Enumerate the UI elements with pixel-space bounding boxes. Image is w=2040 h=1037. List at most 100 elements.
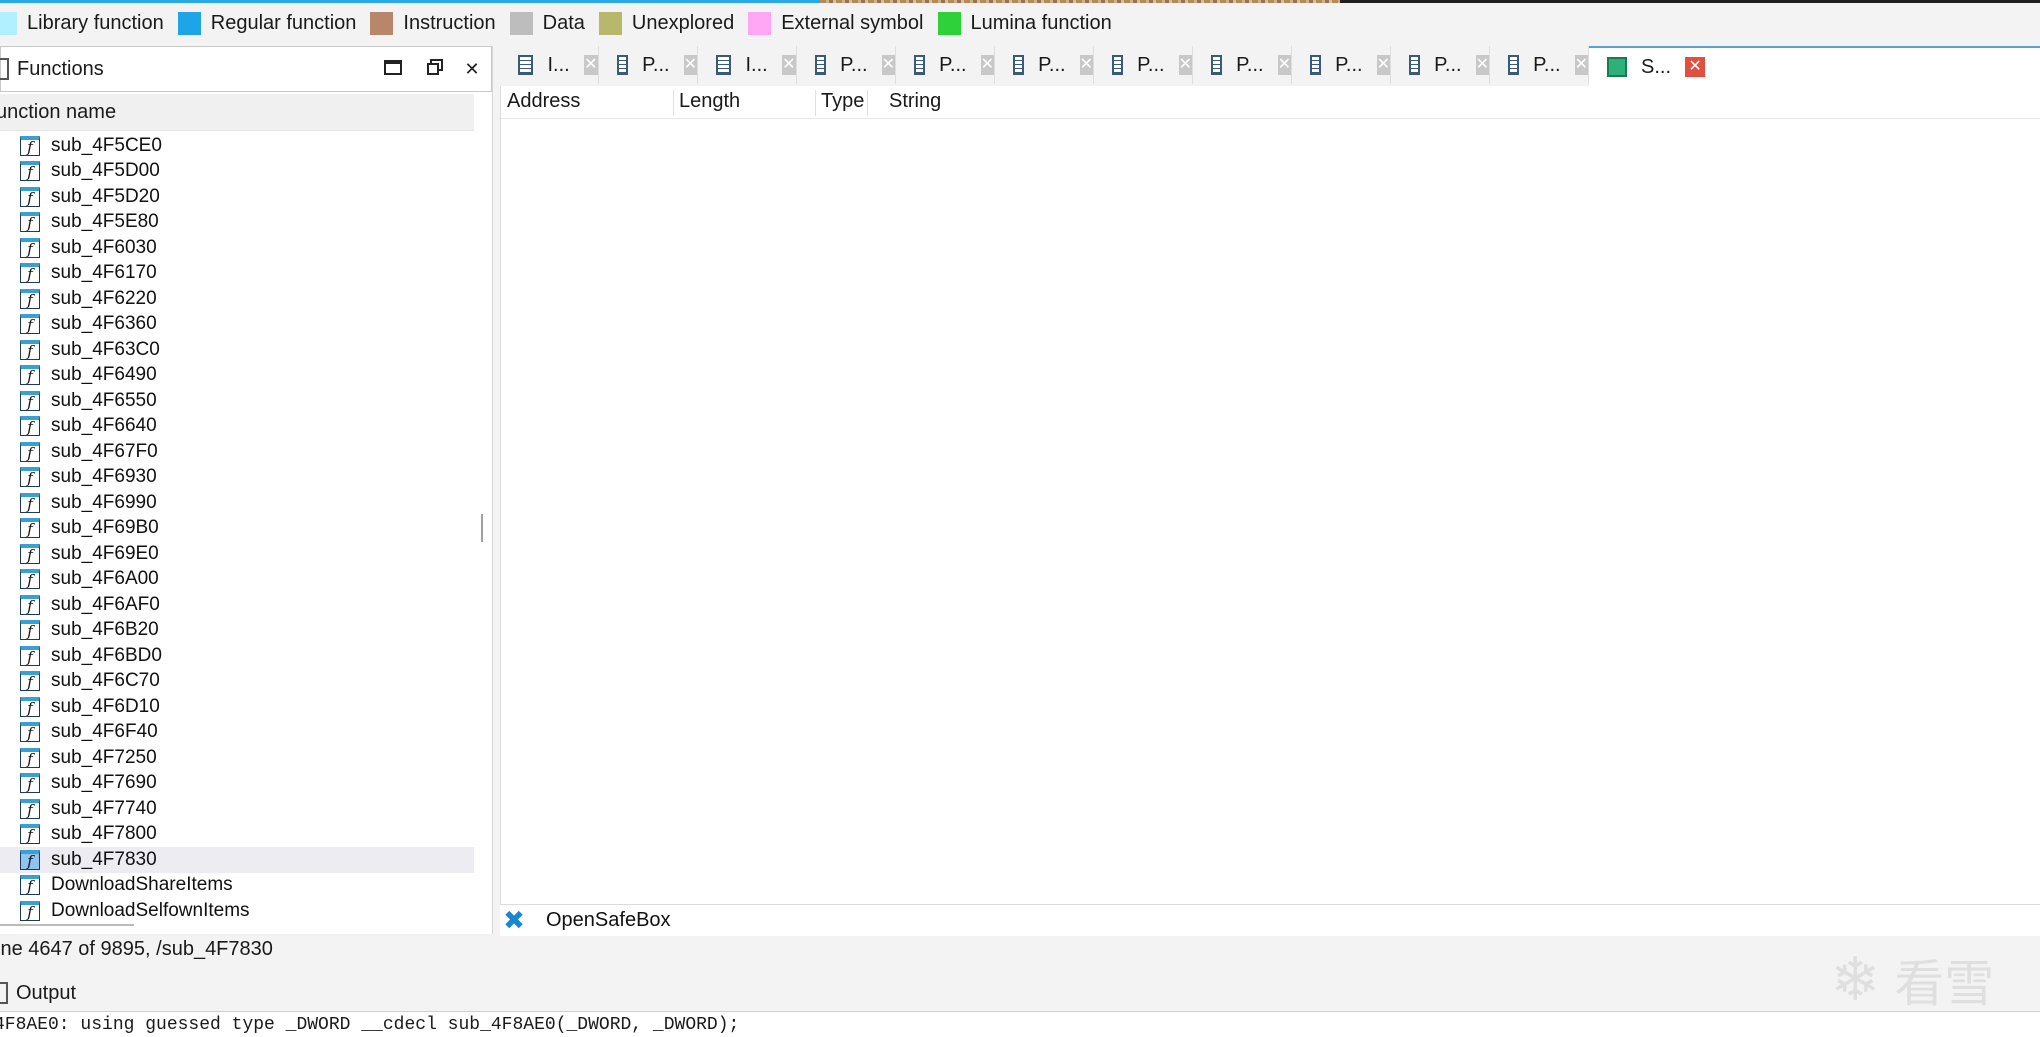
function-name: DownloadShareItems xyxy=(51,874,233,896)
color-legend: Library function Regular function Instruct… xyxy=(0,5,1126,41)
function-list-item[interactable]: f sub_4F69E0 xyxy=(0,541,474,567)
tab-close-icon[interactable]: ✕ xyxy=(1376,55,1390,75)
tab-close-icon[interactable]: ✕ xyxy=(1685,57,1706,77)
function-name: sub_4F67F0 xyxy=(51,440,158,462)
functions-scrollbar[interactable] xyxy=(476,134,490,934)
column-string[interactable]: String xyxy=(889,90,1189,116)
column-address[interactable]: Address xyxy=(507,90,674,116)
function-list-item[interactable]: f sub_4F6AF0 xyxy=(0,592,474,618)
tab-view[interactable]: P... ✕ xyxy=(797,46,896,84)
function-list-item[interactable]: f sub_4F6030 xyxy=(0,235,474,261)
function-icon: f xyxy=(20,671,40,692)
tab-view[interactable]: I... ✕ xyxy=(500,46,599,84)
function-list-item[interactable]: f sub_4F7690 xyxy=(0,771,474,797)
tab-close-icon[interactable]: ✕ xyxy=(1475,55,1489,75)
clear-filter-icon[interactable]: ✖ xyxy=(500,906,528,934)
tab-view[interactable]: P... ✕ xyxy=(896,46,995,84)
function-name: DownloadSelfownItems xyxy=(51,899,250,921)
scrollbar-thumb[interactable] xyxy=(481,514,483,542)
tab-view[interactable]: P... ✕ xyxy=(599,46,698,84)
navigation-band[interactable] xyxy=(0,0,2040,3)
column-type[interactable]: Type xyxy=(821,90,868,116)
function-list-item[interactable]: f sub_4F6B20 xyxy=(0,618,474,644)
navband-mixed-segment xyxy=(820,0,1340,3)
output-log[interactable]: 4F8AE0: using guessed type _DWORD __cdec… xyxy=(0,1012,2040,1037)
restore-icon[interactable] xyxy=(425,59,445,79)
function-list-item[interactable]: f sub_4F6930 xyxy=(0,465,474,491)
function-list-item[interactable]: f sub_4F6170 xyxy=(0,261,474,287)
function-list-item[interactable]: f DownloadShareItems xyxy=(0,873,474,899)
close-icon[interactable]: ✕ xyxy=(462,59,482,79)
function-icon: f xyxy=(20,339,40,360)
legend-swatch xyxy=(598,11,622,35)
tab-close-icon[interactable]: ✕ xyxy=(683,55,697,75)
function-name: sub_4F6550 xyxy=(51,389,157,411)
maximize-icon[interactable] xyxy=(383,59,403,79)
function-name: sub_4F6A00 xyxy=(51,568,159,590)
tab-view[interactable]: P... ✕ xyxy=(1193,46,1292,84)
function-list-item[interactable]: f sub_4F67F0 xyxy=(0,439,474,465)
tab-close-icon[interactable]: ✕ xyxy=(980,55,994,75)
legend-item: Regular function xyxy=(177,11,356,35)
function-list-item[interactable]: f sub_4F6550 xyxy=(0,388,474,414)
function-icon: f xyxy=(20,441,40,462)
function-list-item[interactable]: f sub_4F6990 xyxy=(0,490,474,516)
filter-input[interactable] xyxy=(536,907,1156,933)
function-icon: f xyxy=(20,237,40,258)
function-list-item[interactable]: f sub_4F5D00 xyxy=(0,159,474,185)
legend-item: Lumina function xyxy=(937,11,1112,35)
output-log-line: 4F8AE0: using guessed type _DWORD __cdec… xyxy=(0,1015,740,1035)
listing-window-icon xyxy=(1409,55,1421,75)
listing-window-icon xyxy=(1508,55,1520,75)
panel-icon xyxy=(0,58,9,80)
function-list-item[interactable]: f sub_4F6D10 xyxy=(0,694,474,720)
function-name: sub_4F6360 xyxy=(51,313,157,335)
function-list-item[interactable]: f sub_4F7830 xyxy=(0,847,474,873)
function-name: sub_4F6170 xyxy=(51,262,157,284)
function-name: sub_4F5D20 xyxy=(51,185,160,207)
tab-view[interactable]: P... ✕ xyxy=(995,46,1094,84)
function-name: sub_4F7690 xyxy=(51,772,157,794)
function-list-item[interactable]: f sub_4F63C0 xyxy=(0,337,474,363)
function-name-column-header[interactable]: unction name xyxy=(0,94,474,131)
tab-view[interactable]: I... ✕ xyxy=(698,46,797,84)
function-list-item[interactable]: f DownloadSelfownItems xyxy=(0,898,474,924)
column-length[interactable]: Length xyxy=(679,90,816,116)
function-list-item[interactable]: f sub_4F6BD0 xyxy=(0,643,474,669)
functions-list[interactable]: f sub_4F5CE0 f sub_4F5D00 f sub_4F5D20 f sub_4F… xyxy=(0,133,474,933)
function-list-item[interactable]: f sub_4F6F40 xyxy=(0,720,474,746)
strings-view[interactable]: Address Length Type String xyxy=(500,86,2040,904)
output-panel-titlebar: Output xyxy=(0,975,2040,1012)
tab-strings-active[interactable]: S... ✕ xyxy=(1589,46,2040,86)
tab-close-icon[interactable]: ✕ xyxy=(1574,55,1588,75)
function-list-item[interactable]: f sub_4F7740 xyxy=(0,796,474,822)
function-list-item[interactable]: f sub_4F6220 xyxy=(0,286,474,312)
function-list-item[interactable]: f sub_4F5CE0 xyxy=(0,133,474,159)
quick-filter-bar: ✖ xyxy=(500,904,2040,937)
tab-view[interactable]: P... ✕ xyxy=(1292,46,1391,84)
tab-close-icon[interactable]: ✕ xyxy=(1277,55,1291,75)
function-list-item[interactable]: f sub_4F7250 xyxy=(0,745,474,771)
function-name: sub_4F5D00 xyxy=(51,160,160,182)
tab-close-icon[interactable]: ✕ xyxy=(881,55,895,75)
tab-close-icon[interactable]: ✕ xyxy=(781,55,796,75)
function-list-item[interactable]: f sub_4F6490 xyxy=(0,363,474,389)
tab-close-icon[interactable]: ✕ xyxy=(1079,55,1093,75)
tab-view[interactable]: P... ✕ xyxy=(1094,46,1193,84)
function-name: sub_4F7800 xyxy=(51,823,157,845)
function-list-item[interactable]: f sub_4F69B0 xyxy=(0,516,474,542)
function-icon: f xyxy=(20,543,40,564)
tab-close-icon[interactable]: ✕ xyxy=(1178,55,1192,75)
function-list-item[interactable]: f sub_4F5E80 xyxy=(0,210,474,236)
tab-label: S... xyxy=(1641,55,1672,78)
function-list-item[interactable]: f sub_4F6C70 xyxy=(0,669,474,695)
function-list-item[interactable]: f sub_4F5D20 xyxy=(0,184,474,210)
function-list-item[interactable]: f sub_4F6640 xyxy=(0,414,474,440)
function-list-item[interactable]: f sub_4F7800 xyxy=(0,822,474,848)
function-list-item[interactable]: f sub_4F6360 xyxy=(0,312,474,338)
functions-horizontal-scrollbar[interactable] xyxy=(0,924,134,926)
tab-view[interactable]: P... ✕ xyxy=(1391,46,1490,84)
tab-close-icon[interactable]: ✕ xyxy=(583,55,598,75)
function-list-item[interactable]: f sub_4F6A00 xyxy=(0,567,474,593)
tab-view[interactable]: P... ✕ xyxy=(1490,46,1589,84)
